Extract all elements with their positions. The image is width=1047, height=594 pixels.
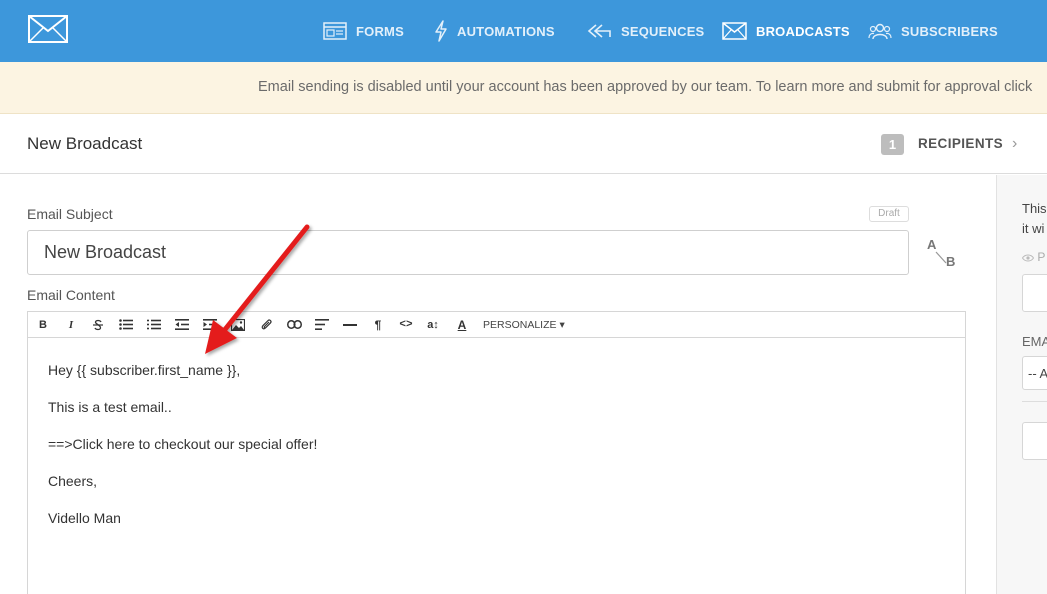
link-icon xyxy=(286,320,302,329)
paperclip-icon xyxy=(261,319,272,330)
step-recipients-link[interactable]: RECIPIENTS xyxy=(918,136,1003,151)
bold-button[interactable]: B xyxy=(36,312,50,337)
nav-subscribers-label: SUBSCRIBERS xyxy=(901,23,998,39)
nav-broadcasts-label: BROADCASTS xyxy=(756,23,850,39)
strikethrough-button[interactable] xyxy=(90,312,106,337)
paragraph-button[interactable]: ¶ xyxy=(372,312,384,337)
code-view-button[interactable]: <> xyxy=(396,312,416,337)
nav-sequences-label: SEQUENCES xyxy=(621,23,705,39)
panel-divider xyxy=(1022,401,1047,402)
personalize-dropdown[interactable]: PERSONALIZE ▾ xyxy=(483,319,565,331)
editor-toolbar: B I ¶ <> a↕ A PERSONALIZE ▾ xyxy=(27,311,966,338)
chevron-right-icon[interactable]: › xyxy=(1012,135,1017,153)
panel-email-select-value: -- A xyxy=(1028,366,1047,381)
content-line-offer: ==>Click here to checkout our special of… xyxy=(48,436,318,452)
draft-status-badge: Draft xyxy=(869,206,909,222)
insert-link-button[interactable] xyxy=(286,312,302,337)
strikethrough-icon xyxy=(93,319,103,330)
horizontal-rule-icon xyxy=(343,323,357,326)
indent-button[interactable] xyxy=(202,312,218,337)
insert-image-button[interactable] xyxy=(230,312,246,337)
italic-button[interactable]: I xyxy=(64,312,78,337)
email-subject-label: Email Subject xyxy=(27,206,113,222)
step-number-badge: 1 xyxy=(881,134,904,155)
numbered-list-icon xyxy=(147,319,161,330)
account-approval-alert: Email sending is disabled until your acc… xyxy=(0,62,1047,114)
broadcast-settings-panel: This it wi P EMA -- A xyxy=(996,175,1047,594)
image-icon xyxy=(231,318,245,331)
attachment-button[interactable] xyxy=(258,312,274,337)
nav-broadcasts[interactable]: BROADCASTS xyxy=(722,0,850,62)
ab-test-icon: A B xyxy=(927,237,955,269)
ab-letter-a: A xyxy=(927,237,937,252)
page-title: New Broadcast xyxy=(27,134,143,153)
nav-subscribers[interactable]: SUBSCRIBERS xyxy=(868,0,998,62)
nav-forms-label: FORMS xyxy=(356,23,404,39)
panel-preview-text: P xyxy=(1037,250,1046,264)
nav-automations[interactable]: AUTOMATIONS xyxy=(434,0,555,62)
sequences-icon xyxy=(587,24,611,38)
alert-text: Email sending is disabled until your acc… xyxy=(258,79,1033,95)
nav-forms[interactable]: FORMS xyxy=(323,0,404,62)
panel-action-button[interactable] xyxy=(1022,422,1047,460)
content-line-signature: Vidello Man xyxy=(48,510,121,526)
mail-logo-icon[interactable] xyxy=(28,15,68,43)
ab-letter-b: B xyxy=(946,254,955,269)
bullet-list-icon xyxy=(119,319,133,330)
outdent-icon xyxy=(175,319,189,330)
font-size-button[interactable]: a↕ xyxy=(424,312,442,337)
align-left-icon xyxy=(315,319,329,330)
numbered-list-button[interactable] xyxy=(146,312,162,337)
indent-icon xyxy=(203,319,217,330)
content-line-greeting: Hey {{ subscriber.first_name }}, xyxy=(48,362,241,378)
email-content-editor[interactable]: Hey {{ subscriber.first_name }}, This is… xyxy=(27,338,966,594)
font-color-button[interactable]: A xyxy=(456,312,468,337)
outdent-button[interactable] xyxy=(174,312,190,337)
nav-sequences[interactable]: SEQUENCES xyxy=(587,0,704,62)
bullet-list-button[interactable] xyxy=(118,312,134,337)
nav-automations-label: AUTOMATIONS xyxy=(457,23,555,39)
align-button[interactable] xyxy=(314,312,330,337)
ab-test-button[interactable]: A B xyxy=(925,236,961,270)
top-navigation-bar: FORMS AUTOMATIONS SEQUENCES BROADCASTS S… xyxy=(0,0,1047,62)
email-subject-input[interactable] xyxy=(27,230,909,275)
content-line-body: This is a test email.. xyxy=(48,399,172,415)
panel-preview-input[interactable] xyxy=(1022,274,1047,312)
forms-icon xyxy=(323,22,347,40)
panel-info-line-2: it wi xyxy=(1022,221,1045,236)
panel-info-line-1: This xyxy=(1022,201,1047,216)
panel-email-label: EMA xyxy=(1022,334,1047,349)
panel-preview-label: P xyxy=(1021,250,1046,264)
lightning-icon xyxy=(435,20,447,42)
users-icon xyxy=(868,23,892,40)
panel-email-select[interactable]: -- A xyxy=(1022,356,1047,390)
eye-icon xyxy=(1021,254,1035,262)
envelope-icon xyxy=(722,22,747,40)
horizontal-rule-button[interactable] xyxy=(342,312,358,337)
email-content-label: Email Content xyxy=(27,287,115,303)
content-line-signoff: Cheers, xyxy=(48,473,98,489)
